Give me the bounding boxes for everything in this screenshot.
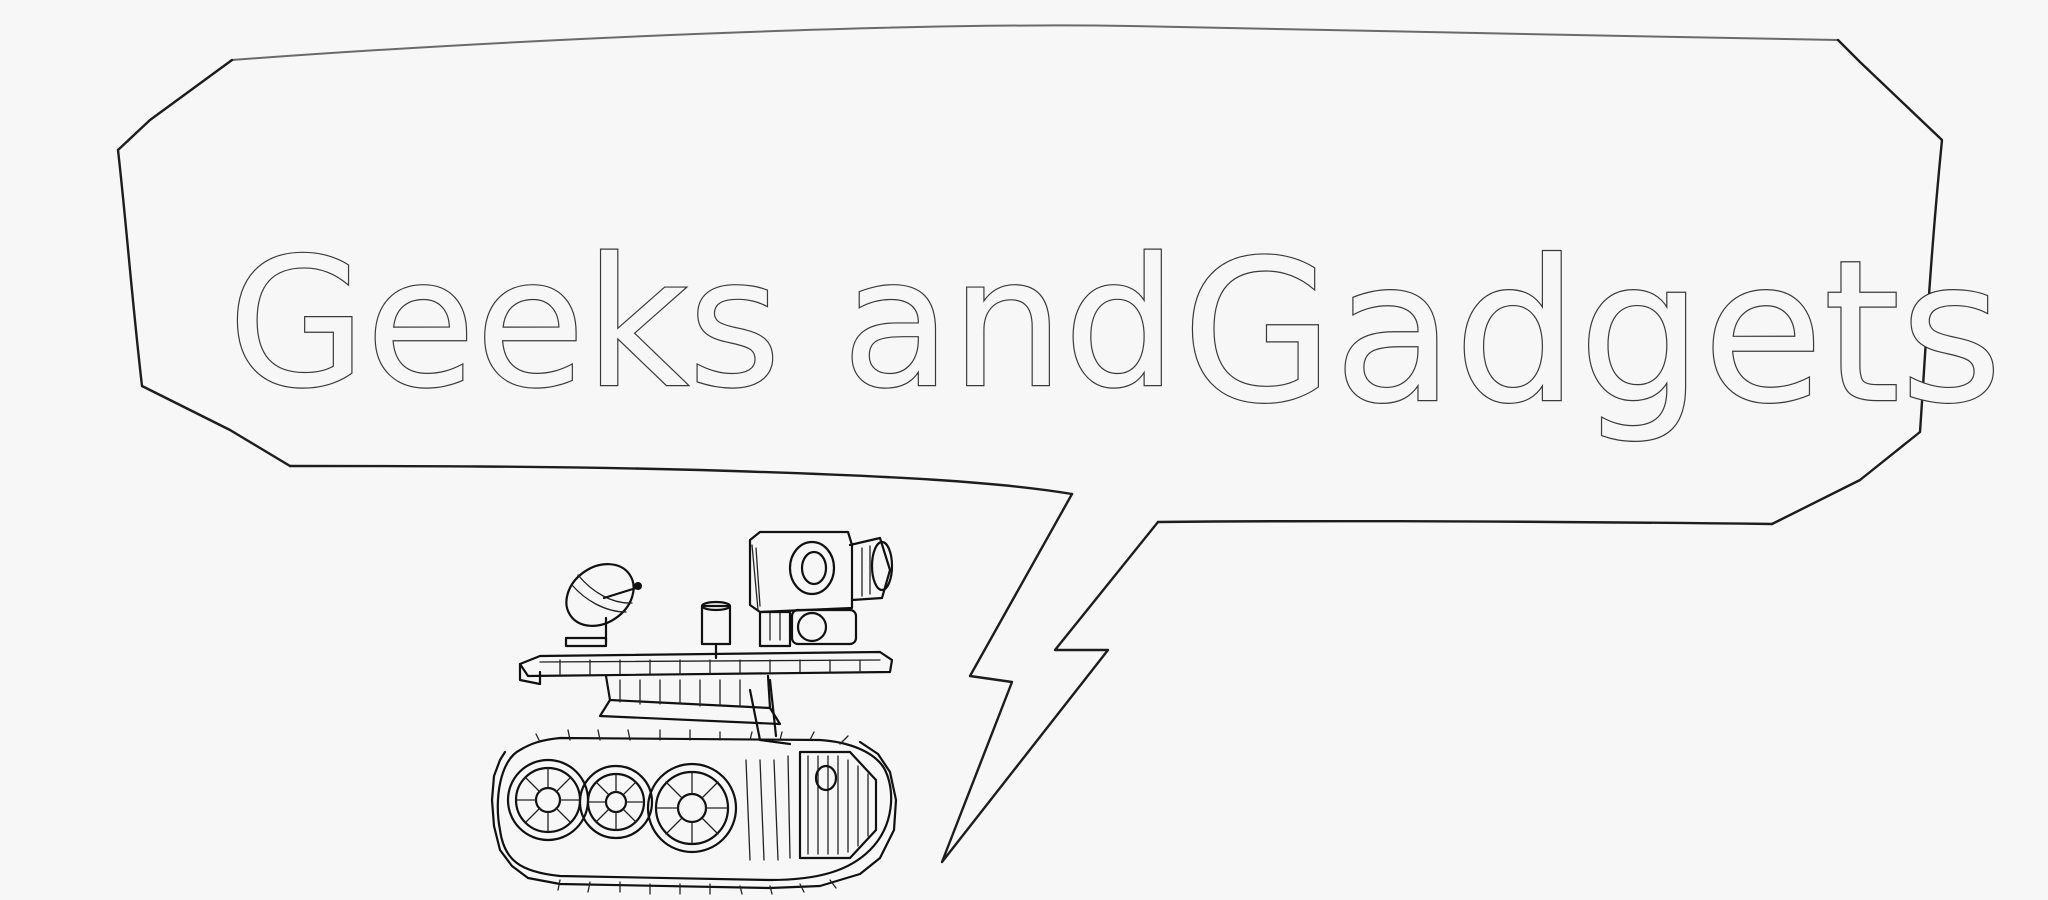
tank-tracks xyxy=(490,729,898,895)
speech-bubble-top-edge xyxy=(231,24,1839,61)
track-wheel-1 xyxy=(506,758,590,842)
track-wheel-2 xyxy=(578,764,654,840)
track-wheel-3 xyxy=(646,762,738,854)
whiteboard-canvas: Geeks and Gadgets xyxy=(0,0,2048,900)
whiteboard-drawing: Geeks and Gadgets xyxy=(116,24,2004,895)
bubble-title: Geeks and Gadgets xyxy=(227,218,2004,448)
title-word-gadgets: Gadgets xyxy=(1182,219,2002,447)
speech-bubble-bottom-right-edge xyxy=(1156,519,1774,526)
title-word-and: and xyxy=(842,220,1177,427)
title-word-geeks: Geeks xyxy=(228,220,781,427)
speech-bubble-bottom-left-edge xyxy=(288,464,1074,496)
rover-deck xyxy=(518,650,894,746)
camera-head-icon xyxy=(700,530,894,660)
track-drive-sprocket xyxy=(745,750,878,861)
lightning-bolt-tail xyxy=(940,492,1160,864)
robot-rover-icon xyxy=(490,530,898,895)
satellite-dish-icon xyxy=(564,563,642,648)
